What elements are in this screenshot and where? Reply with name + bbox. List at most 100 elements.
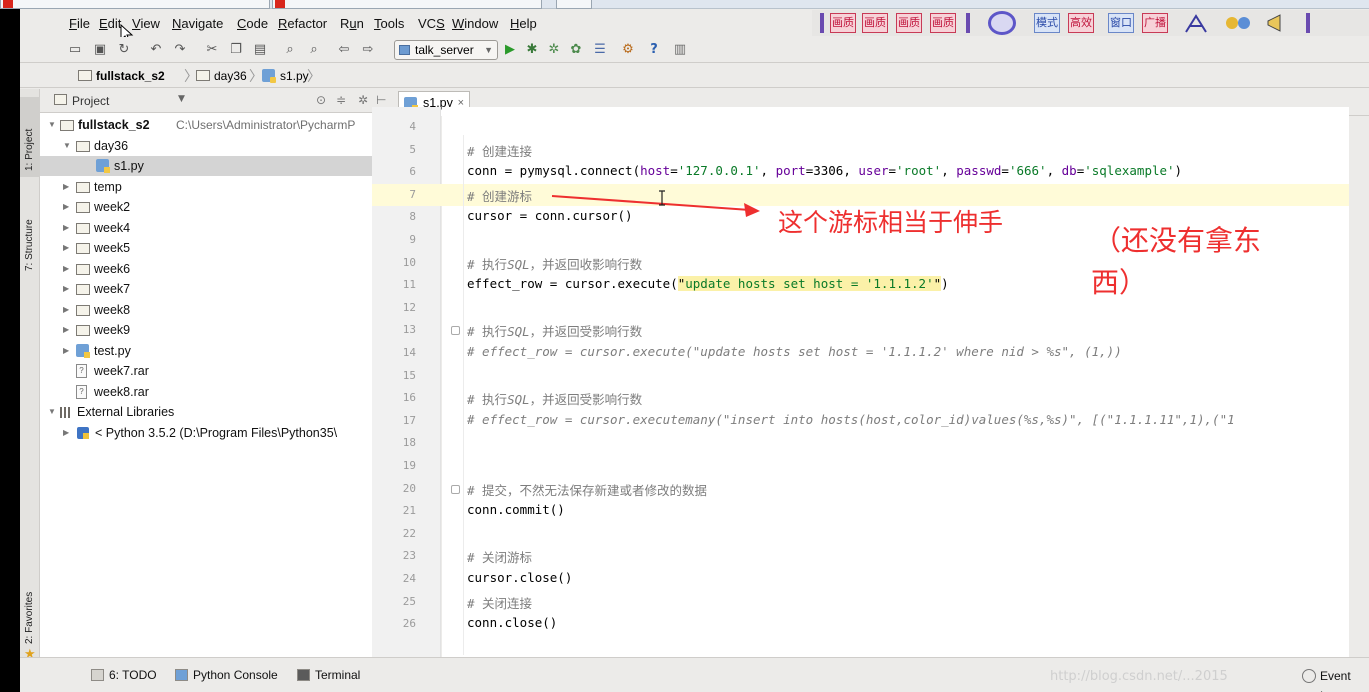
code-line[interactable]: # 关闭连接	[467, 593, 532, 612]
fold-marker-icon[interactable]	[451, 484, 460, 494]
code-line[interactable]: conn.commit()	[467, 502, 565, 517]
gear-icon[interactable]: ✲	[358, 93, 368, 107]
code-line[interactable]: cursor.close()	[467, 570, 572, 585]
tree-folder[interactable]: ▶ week2	[40, 197, 391, 217]
tree-file[interactable]: ? week7.rar	[40, 361, 391, 381]
menu-edit[interactable]: Edit	[99, 16, 121, 31]
overlay-button[interactable]: 广播	[1142, 13, 1168, 33]
tab-structure[interactable]: 7: Structure	[20, 197, 40, 277]
code-line[interactable]: # 创建游标	[467, 186, 532, 205]
overlay-round-icon[interactable]	[988, 11, 1016, 35]
tree-root[interactable]: ▼ fullstack_s2 C:\Users\Administrator\Pych…	[40, 115, 391, 135]
chevron-right-icon[interactable]: ▶	[63, 238, 69, 258]
fold-marker-icon[interactable]	[451, 326, 460, 336]
tool-button-terminal[interactable]: Terminal	[297, 668, 360, 682]
chevron-down-icon[interactable]: ▼	[48, 402, 56, 422]
tree-folder[interactable]: ▶ week4	[40, 218, 391, 238]
menu-navigate[interactable]: Navigate	[172, 16, 223, 31]
breadcrumb-item-file[interactable]: s1.py	[262, 68, 309, 84]
code-line[interactable]: # 关闭游标	[467, 547, 532, 566]
menu-window[interactable]: Window	[452, 16, 498, 31]
paste-icon[interactable]: ▤	[252, 42, 268, 58]
help-icon[interactable]: ?	[646, 42, 662, 58]
event-log-button[interactable]: Event Log	[1300, 666, 1369, 692]
megaphone-icon[interactable]	[1264, 12, 1292, 34]
overlay-button[interactable]: 窗口	[1108, 13, 1134, 33]
antenna-icon[interactable]	[1182, 12, 1210, 34]
chevron-right-icon[interactable]: ▶	[63, 300, 69, 320]
code-line[interactable]: # effect_row = cursor.execute("update ho…	[467, 344, 1122, 359]
back-icon[interactable]: ⇦	[336, 42, 352, 58]
menu-tools[interactable]: Tools	[374, 16, 404, 31]
network-icon[interactable]	[1224, 12, 1252, 34]
code-line[interactable]: # 执行SQL，并返回受影响行数	[467, 321, 642, 340]
tree-file[interactable]: ▶ test.py	[40, 341, 391, 361]
tool-button-python-console[interactable]: Python Console	[175, 668, 278, 682]
cut-icon[interactable]: ✂	[204, 42, 220, 58]
debug-icon[interactable]: ✱	[524, 42, 540, 58]
tree-folder[interactable]: ▼ day36	[40, 136, 391, 156]
tree-file[interactable]: s1.py	[40, 156, 391, 176]
collapse-icon[interactable]: ≑	[336, 93, 346, 107]
coverage-icon[interactable]: ✲	[546, 42, 562, 58]
browser-tab[interactable]	[272, 0, 542, 9]
chevron-right-icon[interactable]: ▶	[63, 320, 69, 340]
todo-icon[interactable]: ☰	[592, 42, 608, 58]
chevron-down-icon[interactable]: ▼	[63, 136, 71, 156]
chevron-right-icon[interactable]: ▶	[63, 279, 69, 299]
overlay-button[interactable]: 模式	[1034, 13, 1060, 33]
sync-icon[interactable]: ↻	[116, 42, 132, 58]
menu-file[interactable]: File	[69, 16, 90, 31]
overlay-button[interactable]: 画质	[930, 13, 956, 33]
open-folder-icon[interactable]: ▭	[67, 42, 83, 58]
replace-icon[interactable]: ⌕	[306, 42, 322, 58]
tree-folder[interactable]: ▶ week9	[40, 320, 391, 340]
chevron-down-icon[interactable]: ▼	[178, 94, 185, 104]
menu-view[interactable]: View	[132, 16, 160, 31]
tree-folder[interactable]: ▶ temp	[40, 177, 391, 197]
tree-folder[interactable]: ▶ week5	[40, 238, 391, 258]
save-icon[interactable]: ▣	[92, 42, 108, 58]
breadcrumb-item-project[interactable]: fullstack_s2	[78, 68, 165, 84]
tree-file[interactable]: ? week8.rar	[40, 382, 391, 402]
tree-folder[interactable]: ▶ week6	[40, 259, 391, 279]
chevron-right-icon[interactable]: ▶	[63, 259, 69, 279]
sdk-icon[interactable]: ▥	[672, 42, 688, 58]
redo-icon[interactable]: ↷	[172, 42, 188, 58]
menu-vcs[interactable]: VCS	[418, 16, 445, 31]
code-line[interactable]: conn = pymysql.connect(host='127.0.0.1',…	[467, 163, 1182, 178]
overlay-button[interactable]: 画质	[896, 13, 922, 33]
tool-button-todo[interactable]: 6: TODO	[91, 668, 157, 682]
tree-python-sdk[interactable]: ▶ < Python 3.5.2 (D:\Program Files\Python…	[40, 423, 391, 443]
settings-icon[interactable]: ⚙	[620, 42, 636, 58]
tree-folder[interactable]: ▶ week7	[40, 279, 391, 299]
code-line[interactable]: effect_row = cursor.execute("update host…	[467, 276, 949, 292]
overlay-button[interactable]: 画质	[862, 13, 888, 33]
tree-external-libraries[interactable]: ▼ External Libraries	[40, 402, 391, 422]
copy-icon[interactable]: ❐	[228, 42, 244, 58]
hide-icon[interactable]: ⊢	[376, 93, 386, 107]
run-icon[interactable]: ▶	[502, 42, 518, 58]
browser-tab[interactable]	[0, 0, 270, 9]
chevron-right-icon[interactable]: ▶	[63, 218, 69, 238]
run-configuration-select[interactable]: talk_server ▼	[394, 40, 498, 60]
chevron-right-icon[interactable]: ▶	[63, 341, 69, 361]
code-line[interactable]: conn.close()	[467, 615, 557, 630]
chevron-right-icon[interactable]: ▶	[63, 177, 69, 197]
overlay-button[interactable]: 高效	[1068, 13, 1094, 33]
forward-icon[interactable]: ⇨	[360, 42, 376, 58]
tab-project[interactable]: 1: Project	[20, 97, 40, 177]
menu-refactor[interactable]: Refactor	[278, 16, 327, 31]
chevron-right-icon[interactable]: ▶	[63, 423, 69, 443]
menu-code[interactable]: Code	[237, 16, 268, 31]
profile-icon[interactable]: ✿	[568, 42, 584, 58]
code-line[interactable]: # 执行SQL，并返回受影响行数	[467, 389, 642, 408]
code-line[interactable]: # effect_row = cursor.executemany("inser…	[467, 412, 1235, 427]
overlay-button[interactable]: 画质	[830, 13, 856, 33]
menu-run[interactable]: Run	[340, 16, 364, 31]
menu-help[interactable]: Help	[510, 16, 537, 31]
tab-favorites[interactable]: 2: Favorites ★	[20, 584, 40, 664]
code-line[interactable]: # 创建连接	[467, 141, 532, 160]
chevron-down-icon[interactable]: ▼	[48, 115, 56, 135]
code-line[interactable]: # 提交，不然无法保存新建或者修改的数据	[467, 480, 707, 499]
